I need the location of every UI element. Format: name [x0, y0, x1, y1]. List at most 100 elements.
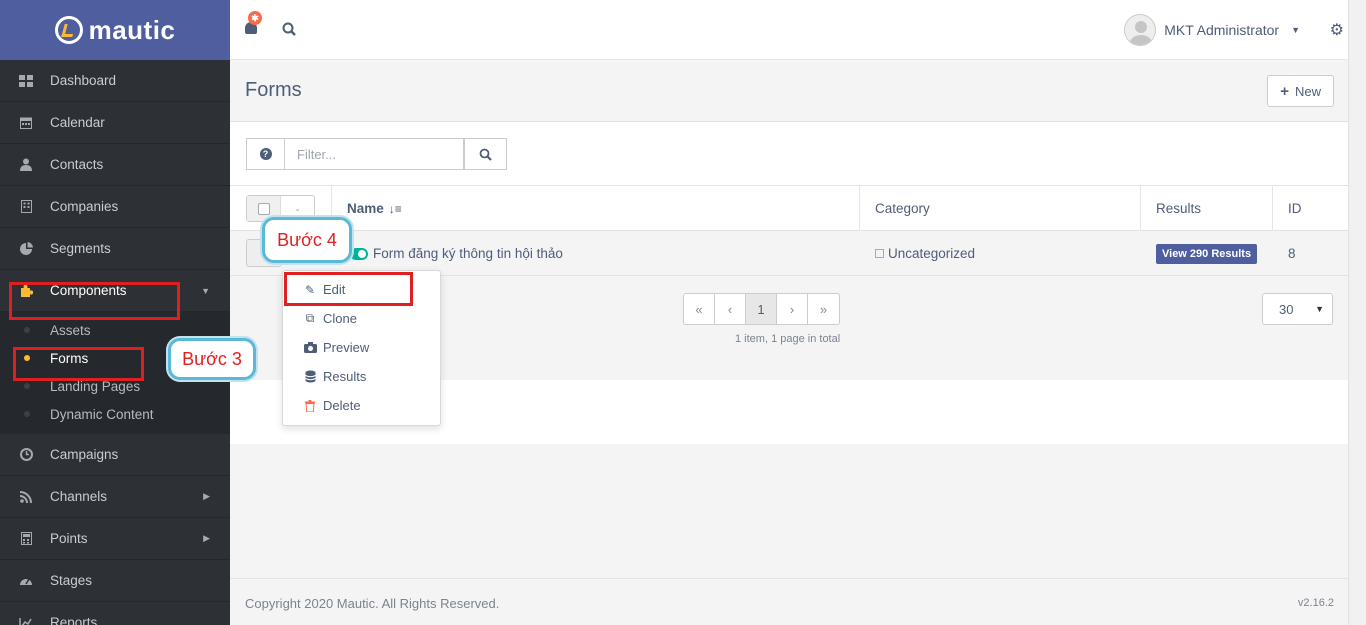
caret-right-icon: ▶ — [203, 533, 210, 543]
sidebar-item-label: Calendar — [50, 115, 105, 130]
pagination-info: 1 item, 1 page in total — [735, 333, 841, 345]
plus-icon: + — [1280, 82, 1289, 100]
page-1-button[interactable]: 1 — [746, 294, 777, 324]
table-header: ⌄ Name ↓≡ Category Results ID — [230, 186, 1348, 276]
last-page-button[interactable]: » — [808, 294, 839, 324]
mautic-logo-icon — [54, 16, 83, 44]
column-header-category[interactable]: Category — [875, 186, 930, 231]
footer: Copyright 2020 Mautic. All Rights Reserv… — [230, 578, 1348, 625]
sidebar-item-points[interactable]: Points ▶ — [0, 518, 230, 560]
pagination: « ‹ 1 › » — [683, 293, 840, 325]
building-icon — [18, 200, 34, 214]
step-4-callout: Bước 4 — [262, 217, 352, 263]
copy-icon: ⧉ — [305, 311, 315, 325]
view-results-button[interactable]: View 290 Results — [1156, 243, 1258, 264]
question-icon: ? — [259, 148, 272, 160]
sidebar-item-label: Companies — [50, 199, 119, 214]
sidebar-item-segments[interactable]: Segments — [0, 228, 230, 270]
mautic-logo[interactable]: mautic — [54, 14, 176, 46]
per-page-value: 30 — [1279, 301, 1294, 317]
user-icon — [18, 158, 34, 172]
sidebar-item-label: Points — [50, 531, 88, 546]
copyright-text: Copyright 2020 Mautic. All Rights Reserv… — [245, 596, 500, 611]
main-nav: Dashboard Calendar Contacts Companies Se… — [0, 60, 230, 312]
sidebar-subitem-dynamic-content[interactable]: Dynamic Content — [0, 400, 230, 428]
caret-down-icon: ▼ — [1291, 25, 1300, 35]
category-cell: Uncategorized — [875, 231, 975, 276]
sidebar-item-components[interactable]: Components ▼ — [0, 270, 230, 312]
calculator-icon — [18, 532, 34, 546]
top-bar: ✱ MKT Administrator ▼ ⚙ — [230, 0, 1366, 60]
trash-icon — [303, 399, 317, 412]
sidebar-item-label: Reports — [50, 615, 98, 625]
notifications-button[interactable]: ✱ — [244, 11, 262, 36]
category-color-icon — [875, 249, 884, 258]
version-text: v2.16.2 — [1297, 597, 1334, 609]
first-page-button[interactable]: « — [684, 294, 715, 324]
sidebar-item-label: Components — [50, 283, 127, 298]
sidebar-item-calendar[interactable]: Calendar — [0, 102, 230, 144]
filter-search-button[interactable] — [464, 138, 507, 170]
menu-item-edit[interactable]: ✎ Edit — [283, 275, 440, 304]
menu-item-preview[interactable]: Preview — [283, 333, 440, 362]
id-cell: 8 — [1288, 246, 1296, 261]
dashboard-icon — [18, 74, 34, 88]
sidebar-item-channels[interactable]: Channels ▶ — [0, 476, 230, 518]
sidebar-item-companies[interactable]: Companies — [0, 186, 230, 228]
filter-help-button[interactable]: ? — [246, 138, 284, 170]
pie-chart-icon — [18, 242, 34, 256]
brand-header[interactable]: mautic — [0, 0, 230, 60]
clock-icon — [18, 448, 34, 462]
search-icon[interactable] — [282, 22, 296, 36]
column-label: Name — [347, 201, 384, 216]
sidebar-item-label: Campaigns — [50, 447, 119, 462]
new-form-button[interactable]: + New — [1267, 75, 1334, 107]
puzzle-icon — [18, 284, 34, 298]
avatar — [1124, 14, 1157, 46]
sidebar-item-label: Channels — [50, 489, 108, 504]
sidebar-item-label: Stages — [50, 573, 93, 588]
page-scrollbar[interactable] — [1348, 0, 1366, 625]
database-icon — [303, 370, 317, 383]
menu-item-label: Results — [323, 369, 367, 384]
camera-icon — [303, 342, 317, 353]
sidebar-item-label: Dashboard — [50, 73, 117, 88]
column-header-id[interactable]: ID — [1288, 186, 1302, 231]
sidebar: mautic Dashboard Calendar Contacts Compa… — [0, 0, 230, 625]
gear-icon[interactable]: ⚙ — [1330, 20, 1344, 40]
sort-asc-icon: ↓≡ — [388, 201, 402, 216]
next-page-button[interactable]: › — [777, 294, 808, 324]
menu-item-results[interactable]: Results — [283, 362, 440, 391]
forms-table: ⌄ Name ↓≡ Category Results ID Form đăng … — [230, 186, 1348, 276]
sidebar-item-stages[interactable]: Stages — [0, 560, 230, 602]
sidebar-item-label: Segments — [50, 241, 111, 256]
menu-item-delete[interactable]: Delete — [283, 391, 440, 420]
main-nav-lower: Campaigns Channels ▶ Points ▶ Stages Rep… — [0, 434, 230, 625]
category-label: Uncategorized — [888, 246, 976, 261]
step-3-callout: Bước 3 — [168, 338, 256, 380]
menu-item-label: Edit — [323, 282, 346, 297]
sidebar-item-reports[interactable]: Reports — [0, 602, 230, 625]
line-chart-icon — [18, 616, 34, 625]
published-toggle[interactable] — [350, 248, 368, 260]
user-menu[interactable]: MKT Administrator ▼ — [1124, 14, 1300, 46]
sidebar-item-campaigns[interactable]: Campaigns — [0, 434, 230, 476]
prev-page-button[interactable]: ‹ — [715, 294, 746, 324]
filter-bar: ? — [230, 122, 1348, 186]
menu-item-label: Clone — [323, 311, 357, 326]
caret-down-icon: ▼ — [201, 285, 210, 296]
results-cell: View 290 Results — [1156, 231, 1258, 276]
rss-icon — [18, 490, 34, 504]
brand-name: mautic — [88, 14, 176, 45]
sidebar-item-contacts[interactable]: Contacts — [0, 144, 230, 186]
menu-item-clone[interactable]: ⧉ Clone — [283, 304, 440, 333]
caret-down-icon: ▼ — [1315, 304, 1324, 314]
column-header-results[interactable]: Results — [1156, 186, 1201, 231]
column-header-name[interactable]: Name ↓≡ — [347, 186, 402, 231]
row-actions-menu: ✎ Edit ⧉ Clone Preview Results Delete — [282, 270, 441, 426]
filter-input[interactable] — [284, 138, 464, 170]
per-page-select[interactable]: 30 ▼ — [1262, 293, 1333, 325]
sidebar-item-dashboard[interactable]: Dashboard — [0, 60, 230, 102]
new-button-label: New — [1294, 83, 1321, 99]
menu-item-label: Delete — [323, 398, 361, 413]
